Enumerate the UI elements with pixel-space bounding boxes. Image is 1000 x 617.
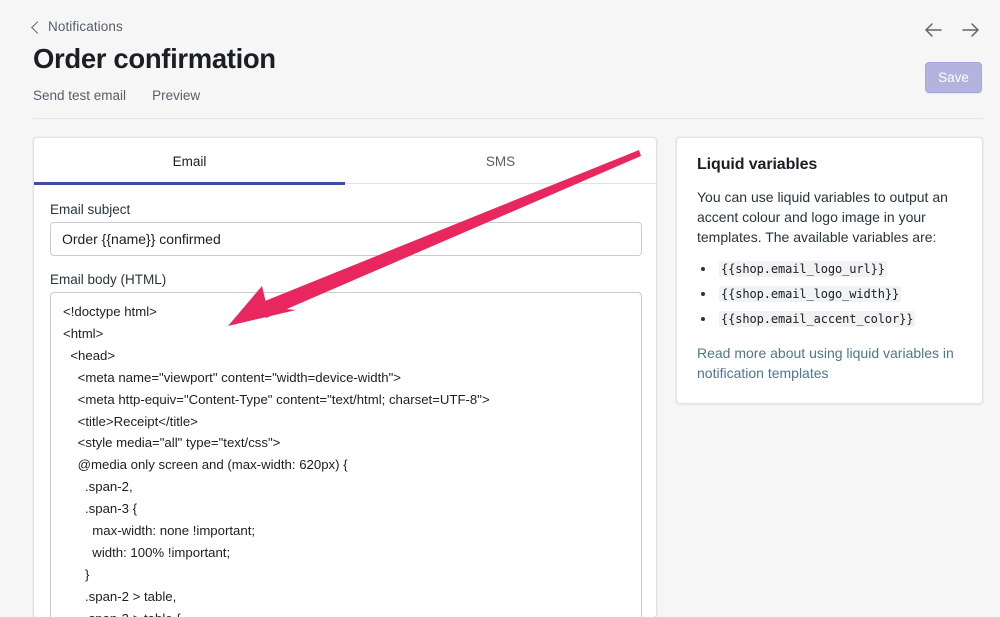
code-line: .span-2, xyxy=(63,479,133,495)
code-line: <!doctype html> xyxy=(63,304,157,319)
code-line: .span-2 > table, xyxy=(63,588,177,604)
content-area: Email SMS Email subject Order {{name}} c… xyxy=(0,137,1000,617)
email-body-field-group: Email body (HTML) <!doctype html> <html>… xyxy=(50,272,642,617)
liquid-variables-docs-link[interactable]: Read more about using liquid variables i… xyxy=(697,343,962,383)
code-line: <title>Receipt</title> xyxy=(63,413,198,429)
save-button[interactable]: Save xyxy=(925,62,982,93)
liquid-variable-code: {{shop.email_logo_width}} xyxy=(719,286,902,302)
page-header: Notifications Order confirmation Send te… xyxy=(0,0,1000,119)
code-line: <meta name="viewport" content="width=dev… xyxy=(63,369,401,385)
breadcrumb-label: Notifications xyxy=(48,19,123,34)
breadcrumb[interactable]: Notifications xyxy=(31,19,123,34)
page-title: Order confirmation xyxy=(33,43,276,74)
code-line: .span-3 { xyxy=(63,501,138,517)
code-line: <style media="all" type="text/css"> xyxy=(63,435,281,451)
tab-sms[interactable]: SMS xyxy=(345,138,656,184)
code-line: <head> xyxy=(63,347,116,363)
email-template-card: Email SMS Email subject Order {{name}} c… xyxy=(33,137,657,617)
liquid-variables-title: Liquid variables xyxy=(697,156,818,173)
liquid-variables-description: You can use liquid variables to output a… xyxy=(697,189,948,245)
tab-email-label: Email xyxy=(172,153,207,169)
previous-button[interactable] xyxy=(922,19,944,41)
liquid-variable-code: {{shop.email_logo_url}} xyxy=(719,261,887,277)
arrow-left-icon xyxy=(925,23,942,37)
template-form: Email subject Order {{name}} confirmed E… xyxy=(34,184,656,617)
header-divider xyxy=(33,118,983,119)
email-body-code-editor[interactable]: <!doctype html> <html> <head> <meta name… xyxy=(50,292,642,617)
send-test-email-action[interactable]: Send test email xyxy=(33,88,126,103)
email-subject-label: Email subject xyxy=(50,202,131,217)
code-line: .span-3 > table { xyxy=(63,608,629,617)
list-item: {{shop.email_logo_width}} xyxy=(697,284,962,304)
nav-arrows xyxy=(922,19,982,41)
preview-action[interactable]: Preview xyxy=(152,88,200,103)
chevron-left-icon xyxy=(31,20,44,34)
list-item: {{shop.email_accent_color}} xyxy=(697,309,962,329)
list-item: {{shop.email_logo_url}} xyxy=(697,259,962,279)
code-line: <meta http-equiv="Content-Type" content=… xyxy=(63,391,490,407)
liquid-variable-code: {{shop.email_accent_color}} xyxy=(719,311,916,327)
email-subject-input[interactable]: Order {{name}} confirmed xyxy=(50,222,642,256)
code-line: max-width: none !important; xyxy=(63,523,256,539)
tab-email[interactable]: Email xyxy=(34,138,345,185)
code-line: @media only screen and (max-width: 620px… xyxy=(63,457,348,473)
email-body-label: Email body (HTML) xyxy=(50,272,167,287)
liquid-variables-list: {{shop.email_logo_url}} {{shop.email_log… xyxy=(697,259,962,329)
next-button[interactable] xyxy=(960,19,982,41)
arrow-right-icon xyxy=(962,23,979,37)
email-subject-field-group: Email subject Order {{name}} confirmed xyxy=(50,202,642,256)
liquid-variables-panel: Liquid variables You can use liquid vari… xyxy=(676,137,983,404)
tab-sms-label: SMS xyxy=(485,153,516,169)
code-line: <html> xyxy=(63,325,104,341)
code-line: } xyxy=(63,566,90,582)
header-actions: Send test email Preview xyxy=(33,88,200,103)
template-tabs: Email SMS xyxy=(34,138,656,185)
code-line: width: 100% !important; xyxy=(63,544,231,560)
